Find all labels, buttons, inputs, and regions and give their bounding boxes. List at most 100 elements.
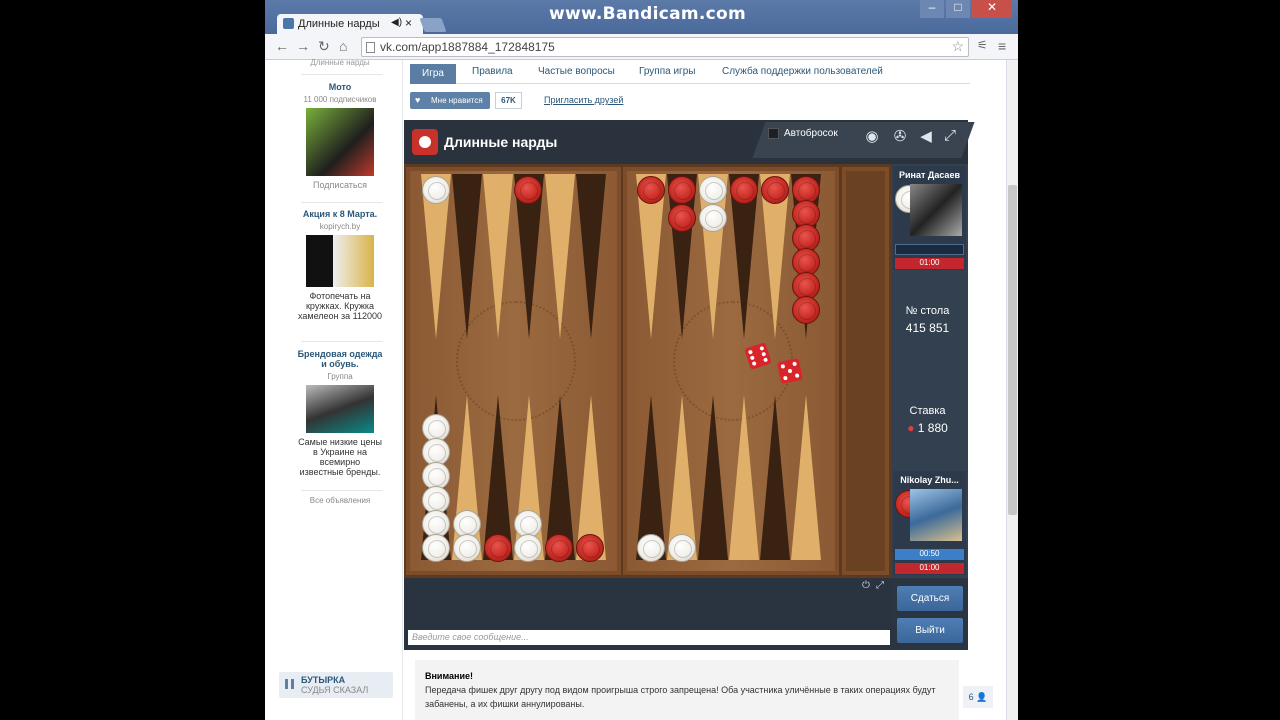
white-checker[interactable] [453,534,481,562]
online-counter[interactable]: 6 👤 [963,686,993,708]
ad-image[interactable] [306,385,374,433]
scrollbar-thumb[interactable] [1008,185,1017,515]
track-title: СУДЬЯ СКАЗАЛ [301,685,369,695]
pause-icon[interactable] [285,679,294,689]
page-icon [366,42,375,53]
red-checker[interactable] [730,176,758,204]
ad-image[interactable] [306,108,374,176]
bookmark-star-icon[interactable]: ☆ [951,38,964,55]
tab-title: Длинные нарды [298,18,380,30]
player1-timer: 01:00 [895,258,964,269]
browser-toolbar: ← → ↻ ⌂ vk.com/app1887884_172848175 ☆ ⚟ … [265,34,1018,60]
player-card-bottom: Nikolay Zhu... 00:50 01:00 [893,471,966,575]
fullscreen-icon[interactable]: ⤢ [940,127,960,147]
backgammon-board [404,164,948,578]
autoroll-label: Автобросок [784,128,838,139]
player1-avatar[interactable] [910,184,962,236]
red-checker[interactable] [668,204,696,232]
die[interactable] [776,357,804,385]
white-checker[interactable] [637,534,665,562]
all-ads-link[interactable]: Все объявления [297,496,383,505]
chip-icon: ● [907,421,915,435]
white-checker[interactable] [668,534,696,562]
tab-group[interactable]: Группа игры [639,66,695,77]
ad-moto[interactable]: Мото 11 000 подписчиков Подписаться [297,82,383,190]
extension-icon[interactable]: ⚟ [977,38,988,52]
player2-name: Nikolay Zhu... [900,475,959,485]
board-point[interactable] [576,174,606,339]
speaker-icon: ◀) [391,17,403,28]
expand-icon[interactable]: ⤢ [876,580,884,591]
chat-input[interactable]: Введите свое сообщение... [408,630,890,645]
music-player[interactable]: БУТЫРКА СУДЬЯ СКАЗАЛ [279,672,393,698]
board-point[interactable] [545,174,575,339]
tab-rules[interactable]: Правила [472,66,513,77]
player2-avatar[interactable] [910,489,962,541]
board-point[interactable] [483,174,513,339]
online-count: 6 [968,692,974,702]
ad-title: Акция к 8 Марта. [302,209,378,219]
watermark: www.Bandicam.com [549,4,747,24]
browser-window: Длинные нарды ◀) × www.Bandicam.com – □ … [265,0,1018,720]
video-icon[interactable]: ✇ [890,127,910,147]
like-button[interactable]: ♥ Мне нравится [410,92,490,109]
board-point[interactable] [760,395,790,560]
game-header: Длинные нарды Автобросок ◉ ✇ ◀ ⤢ [404,120,975,164]
close-window-button[interactable]: ✕ [972,0,1012,18]
power-icon[interactable]: ⏻ [862,580,870,591]
ad-image[interactable] [306,235,374,287]
players-panel: Ринат Дасаев 01:00 № стола 415 851 Ставк… [891,164,968,578]
ad-mugs[interactable]: Акция к 8 Марта. kopirych.by Фотопечать … [297,209,383,321]
back-icon[interactable]: ← [275,38,289,54]
ads-sidebar: Длинные нарды Мото 11 000 подписчиков По… [265,58,403,720]
red-checker[interactable] [514,176,542,204]
title-bar: Длинные нарды ◀) × www.Bandicam.com – □ … [265,0,1018,34]
white-checker[interactable] [514,534,542,562]
maximize-button[interactable]: □ [946,0,970,18]
tab-faq[interactable]: Частые вопросы [538,66,615,77]
red-checker[interactable] [761,176,789,204]
red-checker[interactable] [484,534,512,562]
board-point[interactable] [791,395,821,560]
ad-sub: Группа [327,372,353,381]
bear-off-tray[interactable] [842,167,889,575]
address-bar[interactable]: vk.com/app1887884_172848175 ☆ [361,37,969,57]
minimize-button[interactable]: – [920,0,944,18]
red-checker[interactable] [637,176,665,204]
divider [301,74,383,75]
board-point[interactable] [698,395,728,560]
page-scrollbar[interactable] [1006,60,1018,720]
camera-icon[interactable]: ◉ [862,127,882,147]
red-checker[interactable] [792,296,820,324]
white-checker[interactable] [422,534,450,562]
browser-tab[interactable]: Длинные нарды ◀) × [277,14,423,34]
board-point[interactable] [729,395,759,560]
white-checker[interactable] [422,176,450,204]
user-icon: 👤 [976,692,988,702]
ad-brands[interactable]: Брендовая одежда и обувь. Группа Самые н… [297,349,383,477]
notice-text: Передача фишек друг другу под видом прои… [425,685,936,709]
invite-friends-link[interactable]: Пригласить друзей [544,95,623,105]
ad-text[interactable]: Подписаться [297,180,383,190]
forward-icon[interactable]: → [296,38,310,54]
red-checker[interactable] [545,534,573,562]
surrender-button[interactable]: Сдаться [897,586,963,611]
red-checker[interactable] [668,176,696,204]
home-icon[interactable]: ⌂ [339,38,347,54]
tab-support[interactable]: Служба поддержки пользователей [722,66,883,77]
track-artist: БУТЫРКА [301,675,346,685]
white-checker[interactable] [699,204,727,232]
white-checker[interactable] [699,176,727,204]
menu-icon[interactable]: ≡ [998,38,1006,54]
autoroll-checkbox[interactable] [768,128,779,139]
new-tab-button[interactable] [419,18,447,32]
tab-game[interactable]: Игра [410,64,456,84]
red-checker[interactable] [576,534,604,562]
close-tab-icon[interactable]: × [405,16,412,30]
sound-icon[interactable]: ◀ [916,127,936,147]
board-point[interactable] [452,174,482,339]
ad-sub: kopirych.by [319,222,361,231]
divider [301,341,383,342]
exit-button[interactable]: Выйти [897,618,963,643]
reload-icon[interactable]: ↻ [318,38,330,55]
